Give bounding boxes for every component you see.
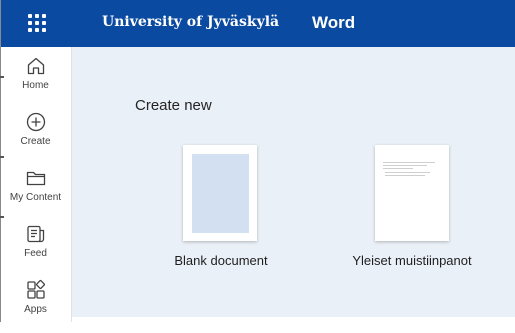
blank-document-thumbnail[interactable] — [183, 145, 257, 241]
bottom-strip — [72, 317, 515, 322]
folder-icon — [26, 171, 45, 186]
app-header: University of Jyväskylä Word — [0, 0, 515, 47]
template-blank-document[interactable]: Blank document — [141, 145, 301, 275]
home-icon — [27, 57, 44, 75]
feed-icon — [26, 225, 44, 243]
template-yleiset-muistiinpanot[interactable]: Yleiset muistiinpanot — [332, 145, 492, 275]
apps-icon — [26, 280, 45, 299]
app-launcher-icon[interactable] — [28, 14, 46, 32]
left-nav-rail: Home Create My Content Feed Apps — [0, 47, 72, 322]
organization-name[interactable]: University of Jyväskylä — [102, 14, 279, 30]
template-label[interactable]: Blank document — [141, 253, 301, 268]
nav-create[interactable]: Create — [0, 111, 71, 165]
blank-page-preview — [192, 154, 249, 233]
section-title: Create new — [135, 97, 212, 114]
notes-template-thumbnail[interactable] — [375, 145, 449, 241]
nav-apps[interactable]: Apps — [0, 279, 71, 333]
template-label[interactable]: Yleiset muistiinpanot — [332, 253, 492, 268]
app-name[interactable]: Word — [312, 13, 355, 33]
nav-home-label: Home — [22, 80, 49, 91]
nav-feed-label: Feed — [24, 248, 47, 259]
nav-my-content[interactable]: My Content — [0, 167, 71, 221]
create-icon — [26, 112, 45, 132]
nav-home[interactable]: Home — [0, 55, 71, 109]
nav-create-label: Create — [20, 136, 51, 147]
window-left-edge — [0, 0, 4, 322]
nav-apps-label: Apps — [24, 304, 47, 315]
nav-my-content-label: My Content — [9, 192, 62, 203]
create-new-panel: Create new Blank document Yleiset muisti… — [72, 47, 515, 317]
nav-feed[interactable]: Feed — [0, 223, 71, 277]
